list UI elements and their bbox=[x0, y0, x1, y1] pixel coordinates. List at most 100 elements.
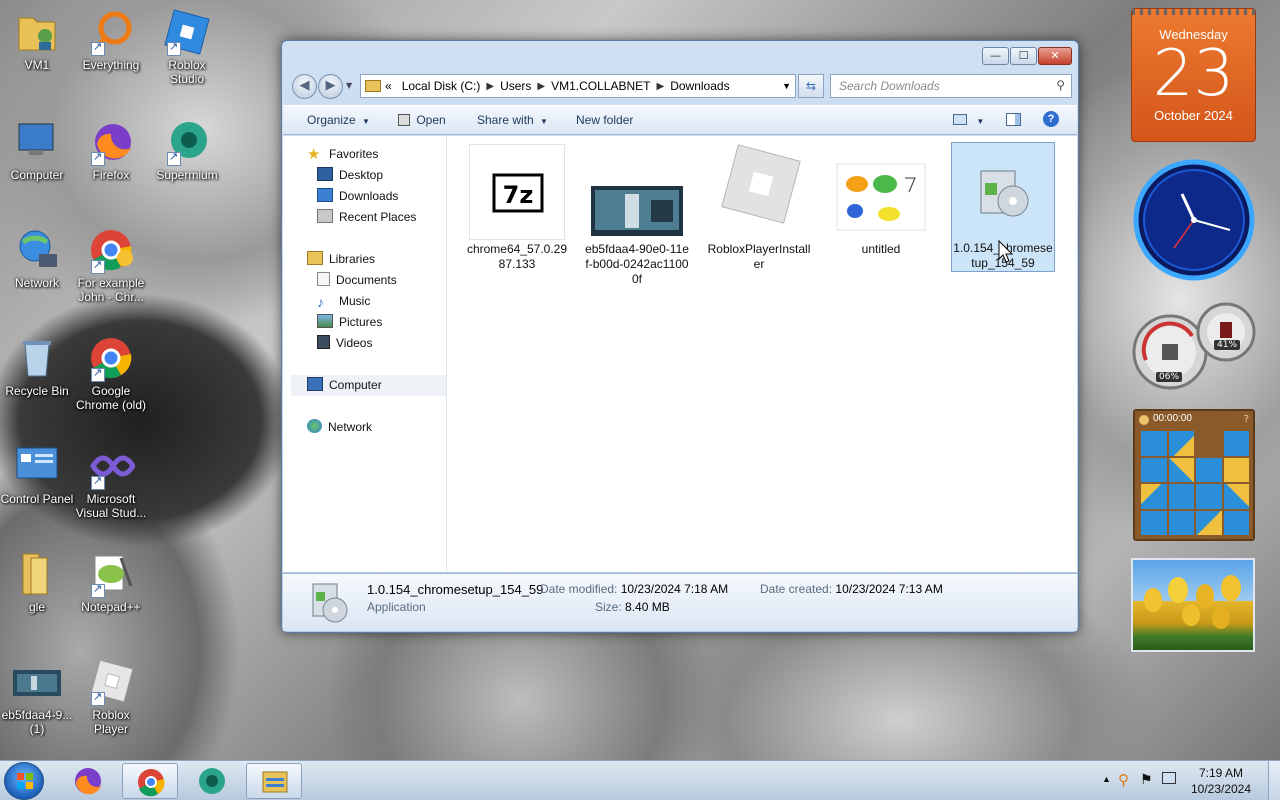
picture-puzzle-gadget[interactable]: 00:00:00 ? bbox=[1133, 409, 1255, 541]
open-label: Open bbox=[416, 113, 446, 127]
puzzle-tile[interactable] bbox=[1196, 510, 1222, 535]
close-button[interactable]: ✕ bbox=[1038, 47, 1072, 65]
breadcrumb-separator-icon[interactable]: ▶ bbox=[486, 81, 494, 92]
nav-label: Desktop bbox=[339, 168, 384, 182]
breadcrumb-separator-icon[interactable]: ▶ bbox=[657, 81, 665, 92]
desktop-icon-roblox-studio[interactable]: Roblox Studio bbox=[150, 8, 224, 86]
minimize-button[interactable]: — bbox=[982, 47, 1009, 65]
new-folder-button[interactable]: New folder bbox=[576, 113, 633, 127]
preview-pane-button[interactable] bbox=[1006, 113, 1021, 129]
desktop-icon-control-panel[interactable]: Control Panel bbox=[0, 442, 74, 506]
address-dropdown-icon[interactable]: ▼ bbox=[782, 81, 791, 91]
puzzle-tile[interactable] bbox=[1141, 457, 1167, 482]
calendar-gadget[interactable]: Wednesday 23 October 2024 bbox=[1131, 8, 1256, 142]
taskbar-firefox[interactable] bbox=[60, 763, 116, 799]
help-button[interactable]: ? bbox=[1043, 111, 1059, 127]
desktop-icon-supermium[interactable]: Supermium bbox=[150, 118, 224, 182]
desktop-icon-notepad-plus-plus[interactable]: Notepad++ bbox=[74, 550, 148, 614]
start-button[interactable] bbox=[4, 762, 44, 800]
nav-recent-places[interactable]: Recent Places bbox=[317, 207, 416, 228]
window-controls: — ☐ ✕ bbox=[982, 47, 1072, 65]
forward-button[interactable]: ▶ bbox=[318, 74, 343, 99]
cpu-meter-gadget[interactable]: 06% 41% bbox=[1132, 300, 1256, 390]
puzzle-tile[interactable] bbox=[1223, 431, 1249, 456]
puzzle-tile[interactable] bbox=[1196, 457, 1222, 482]
nav-computer[interactable]: Computer bbox=[291, 375, 446, 396]
desktop-icon-everything[interactable]: Everything bbox=[74, 8, 148, 72]
nav-favorites[interactable]: ★ Favorites bbox=[307, 144, 378, 165]
open-button[interactable]: Open bbox=[398, 113, 446, 127]
desktop-icon-chrome-profile[interactable]: For example John - Chr... bbox=[74, 226, 148, 304]
back-button[interactable]: ◀ bbox=[292, 74, 317, 99]
puzzle-tile[interactable] bbox=[1168, 457, 1194, 482]
nav-videos[interactable]: Videos bbox=[317, 333, 372, 354]
puzzle-tile[interactable] bbox=[1223, 484, 1249, 509]
maximize-button[interactable]: ☐ bbox=[1010, 47, 1037, 65]
file-item[interactable]: RobloxPlayerInstaller bbox=[707, 144, 811, 272]
open-app-icon bbox=[398, 114, 410, 126]
file-item[interactable]: untitled bbox=[829, 144, 933, 257]
puzzle-help-icon[interactable]: ? bbox=[1244, 414, 1249, 425]
puzzle-tile[interactable] bbox=[1141, 510, 1167, 535]
share-with-button[interactable]: Share with ▼ bbox=[477, 113, 548, 127]
show-hidden-icons-button[interactable]: ▲ bbox=[1102, 774, 1111, 784]
show-desktop-button[interactable] bbox=[1268, 761, 1280, 800]
file-item[interactable]: eb5fdaa4-90e0-11ef-b00d-0242ac11000f bbox=[585, 144, 689, 287]
nav-network[interactable]: Network bbox=[307, 417, 372, 438]
everything-tray-icon[interactable]: ⚲ bbox=[1118, 771, 1129, 789]
puzzle-tile[interactable] bbox=[1141, 484, 1167, 509]
address-overflow[interactable]: « bbox=[385, 79, 392, 93]
breadcrumb-separator-icon[interactable]: ▶ bbox=[537, 81, 545, 92]
nav-documents[interactable]: Documents bbox=[317, 270, 397, 291]
puzzle-tile[interactable] bbox=[1196, 484, 1222, 509]
nav-downloads[interactable]: Downloads bbox=[317, 186, 398, 207]
search-input[interactable]: Search Downloads ⚲ bbox=[830, 74, 1072, 98]
image-thumbnail-icon bbox=[13, 658, 61, 706]
nav-libraries[interactable]: Libraries bbox=[307, 249, 375, 270]
desktop-icon-label: gle bbox=[28, 600, 45, 614]
taskbar-explorer[interactable] bbox=[246, 763, 302, 799]
puzzle-tile[interactable] bbox=[1168, 431, 1194, 456]
desktop-icon-network[interactable]: Network bbox=[0, 226, 74, 290]
navigation-pane: ★ Favorites Desktop Downloads Recent Plac… bbox=[283, 136, 447, 572]
breadcrumb-local-disk[interactable]: Local Disk (C:) bbox=[402, 79, 481, 93]
desktop-icon-vm1[interactable]: VM1 bbox=[0, 8, 74, 72]
desktop-icon-eb5fdaa4[interactable]: eb5fdaa4-9... (1) bbox=[0, 658, 74, 736]
refresh-button[interactable]: ⇆ bbox=[798, 74, 824, 98]
puzzle-tile[interactable] bbox=[1168, 484, 1194, 509]
clock-gadget[interactable] bbox=[1132, 158, 1256, 282]
taskbar-supermium[interactable] bbox=[184, 763, 240, 799]
puzzle-tile[interactable] bbox=[1141, 431, 1167, 456]
breadcrumb-downloads[interactable]: Downloads bbox=[670, 79, 729, 93]
puzzle-tile[interactable] bbox=[1223, 457, 1249, 482]
puzzle-tile[interactable] bbox=[1168, 510, 1194, 535]
explorer-window[interactable]: — ☐ ✕ ◀ ▶ ▼ « Local Disk (C:) ▶ Users ▶ … bbox=[281, 40, 1079, 633]
desktop-icon-visual-studio[interactable]: Microsoft Visual Stud... bbox=[74, 442, 148, 520]
organize-button[interactable]: Organize ▼ bbox=[307, 113, 370, 127]
address-bar[interactable]: « Local Disk (C:) ▶ Users ▶ VM1.COLLABNE… bbox=[360, 74, 796, 98]
nav-music[interactable]: ♪ Music bbox=[317, 291, 370, 312]
tray-clock[interactable]: 7:19 AM 10/23/2024 bbox=[1186, 765, 1256, 797]
modified-label: Date modified: bbox=[540, 582, 618, 596]
breadcrumb-users[interactable]: Users bbox=[500, 79, 531, 93]
desktop-icon-chrome-old[interactable]: Google Chrome (old) bbox=[74, 334, 148, 412]
desktop-icon-roblox-player[interactable]: Roblox Player bbox=[74, 658, 148, 736]
network-tray-icon[interactable] bbox=[1162, 772, 1176, 784]
breadcrumb-vm1-collabnet[interactable]: VM1.COLLABNET bbox=[551, 79, 650, 93]
taskbar-chrome[interactable] bbox=[122, 763, 178, 799]
desktop-icon-computer[interactable]: Computer bbox=[0, 118, 74, 182]
action-center-flag-icon[interactable]: ⚑ bbox=[1140, 771, 1153, 788]
windows-logo-icon bbox=[17, 773, 33, 789]
desktop-icon-firefox[interactable]: Firefox bbox=[74, 118, 148, 182]
desktop-icon-recycle-bin[interactable]: Recycle Bin bbox=[0, 334, 74, 398]
nav-pictures[interactable]: Pictures bbox=[317, 312, 382, 333]
puzzle-tile[interactable] bbox=[1223, 510, 1249, 535]
search-icon[interactable]: ⚲ bbox=[1056, 78, 1065, 92]
change-view-button[interactable]: ▼ bbox=[953, 113, 984, 127]
slideshow-gadget[interactable] bbox=[1131, 558, 1255, 652]
desktop-icon-gle[interactable]: gle bbox=[0, 550, 74, 614]
nav-desktop[interactable]: Desktop bbox=[317, 165, 383, 186]
recent-pages-chevron-icon[interactable]: ▼ bbox=[346, 81, 352, 90]
file-item[interactable]: 7z chrome64_57.0.2987.133 bbox=[465, 144, 569, 272]
help-icon: ? bbox=[1043, 111, 1059, 127]
